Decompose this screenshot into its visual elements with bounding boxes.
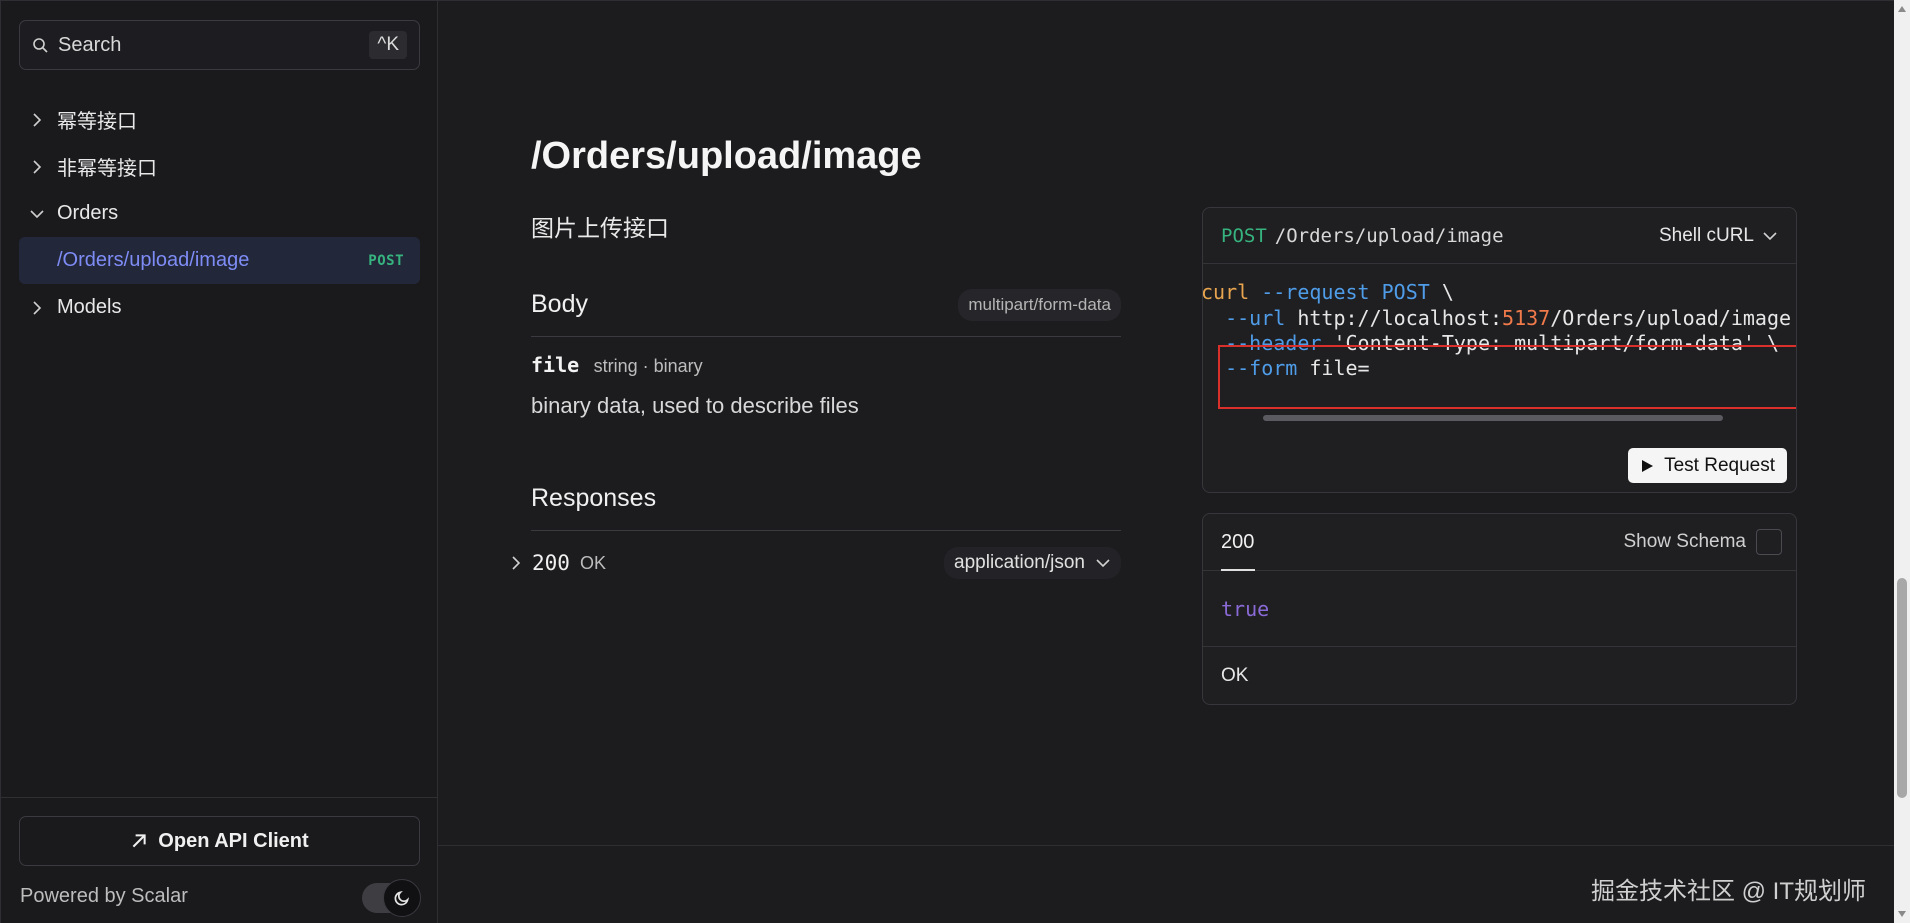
- page-scrollbar[interactable]: [1894, 0, 1910, 923]
- sidebar-item-models[interactable]: Models: [19, 284, 420, 331]
- param-description: binary data, used to describe files: [531, 393, 859, 418]
- language-label: Shell cURL: [1658, 224, 1754, 246]
- code-card-path: /Orders/upload/image: [1274, 224, 1504, 247]
- arrow-up-right-icon: [132, 834, 146, 848]
- sidebar-item-label: 非幂等接口: [57, 158, 157, 180]
- scroll-up-arrow[interactable]: [1898, 6, 1906, 12]
- sidebar-nav: 幂等接口 非幂等接口 Orders /Orders/upload/image P…: [19, 96, 420, 331]
- chevron-right-icon: [33, 300, 42, 315]
- show-schema-checkbox[interactable]: [1756, 529, 1782, 555]
- sidebar-item-label: 幂等接口: [57, 111, 137, 133]
- chevron-down-icon: [1096, 559, 1110, 568]
- sidebar-item-label: /Orders/upload/image: [57, 249, 250, 271]
- page-scrollbar-thumb[interactable]: [1897, 578, 1907, 798]
- response-card-header: 200 Show Schema: [1203, 514, 1796, 571]
- main-footer: 掘金技术社区 @ IT规划师: [438, 845, 1894, 923]
- code-card-endpoint: POST/Orders/upload/image: [1221, 225, 1504, 247]
- theme-toggle[interactable]: [362, 879, 421, 917]
- code-card-header: POST/Orders/upload/image Shell cURL: [1203, 208, 1796, 264]
- play-icon: [1642, 459, 1654, 472]
- search-shortcut: ^K: [369, 31, 407, 59]
- sidebar-item-non-idempotent[interactable]: 非幂等接口: [19, 143, 420, 190]
- sidebar-item-idempotent[interactable]: 幂等接口: [19, 96, 420, 143]
- code-line-1: curl --request POST \: [1203, 280, 1454, 304]
- endpoint-description: 图片上传接口: [531, 215, 669, 241]
- moon-icon: [394, 890, 410, 906]
- scroll-down-arrow[interactable]: [1898, 911, 1906, 917]
- sidebar-item-upload-image[interactable]: /Orders/upload/image POST: [19, 237, 420, 284]
- powered-by-text: Powered by Scalar: [20, 885, 188, 907]
- body-heading: Body: [531, 290, 588, 318]
- response-content-type-select[interactable]: application/json: [944, 547, 1121, 579]
- sidebar-footer: Open API Client Powered by Scalar: [1, 797, 438, 923]
- body-param: file string · binary: [531, 353, 703, 377]
- show-schema-label: Show Schema: [1623, 531, 1746, 552]
- response-code: 200: [532, 551, 570, 575]
- response-value: true: [1203, 571, 1796, 647]
- responses-section-header: Responses: [531, 467, 1121, 531]
- param-type: string · binary: [593, 356, 703, 376]
- code-card-method: POST: [1221, 224, 1267, 247]
- body-content-type: multipart/form-data: [958, 288, 1121, 321]
- chevron-right-icon: [33, 159, 42, 174]
- test-request-button[interactable]: Test Request: [1628, 448, 1787, 483]
- language-select[interactable]: Shell cURL: [1659, 225, 1778, 247]
- body-section-header: Body multipart/form-data: [531, 273, 1121, 337]
- sidebar-item-label: Models: [57, 296, 122, 318]
- show-schema-toggle[interactable]: Show Schema: [1623, 529, 1782, 555]
- sidebar-item-label: Orders: [57, 202, 119, 224]
- open-api-client-label: Open API Client: [158, 829, 309, 852]
- sidebar-item-orders[interactable]: Orders: [19, 190, 420, 237]
- code-block: curl --request POST \ --url http://local…: [1203, 264, 1796, 434]
- response-content-type: application/json: [954, 552, 1085, 573]
- search-box[interactable]: Search ^K: [19, 20, 420, 70]
- tab-200[interactable]: 200: [1221, 514, 1256, 571]
- search-label: Search: [58, 33, 122, 56]
- test-request-label: Test Request: [1664, 454, 1775, 476]
- toggle-knob: [383, 879, 421, 917]
- param-name: file: [531, 353, 580, 377]
- response-example-card: 200 Show Schema true OK: [1202, 513, 1797, 705]
- method-badge: POST: [368, 252, 404, 269]
- code-scrollbar[interactable]: [1211, 412, 1791, 422]
- response-row-200[interactable]: 200 OK application/json: [508, 545, 1121, 581]
- responses-heading: Responses: [531, 484, 657, 512]
- code-line-2: --url http://localhost:5137/Orders/uploa…: [1203, 306, 1796, 330]
- chevron-right-icon: [33, 112, 42, 127]
- response-card-status: OK: [1221, 664, 1249, 686]
- response-status: OK: [579, 552, 606, 573]
- search-icon: [33, 38, 48, 53]
- main-content: /Orders/upload/image 图片上传接口 Body multipa…: [438, 0, 1894, 923]
- highlight-box: [1218, 345, 1796, 409]
- page-title: /Orders/upload/image: [531, 135, 922, 177]
- sidebar: Search ^K 幂等接口 非幂等接口 Orders /Orders/uplo…: [0, 0, 438, 923]
- watermark: 掘金技术社区 @ IT规划师: [1590, 878, 1866, 905]
- open-api-client-button[interactable]: Open API Client: [19, 816, 420, 866]
- code-scrollbar-thumb[interactable]: [1263, 415, 1723, 421]
- chevron-right-icon: [512, 556, 521, 570]
- chevron-down-icon: [1763, 231, 1777, 240]
- chevron-down-icon: [30, 209, 44, 218]
- code-example-card: POST/Orders/upload/image Shell cURL curl…: [1202, 207, 1797, 493]
